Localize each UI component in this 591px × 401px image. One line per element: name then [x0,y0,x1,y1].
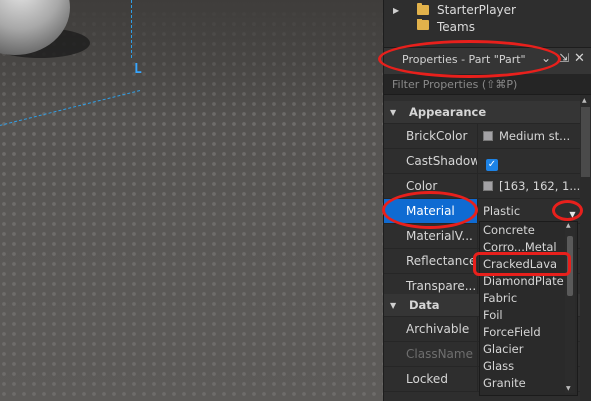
scroll-up-icon[interactable]: ▲ [566,222,571,229]
material-option[interactable]: Corro...Metal [480,239,577,256]
properties-header: Properties - Part "Part" ⌄ ⇲ ✕ [384,47,591,75]
scroll-up-icon[interactable]: ▲ [582,97,587,104]
material-option[interactable]: Concrete [480,222,577,239]
section-label: Appearance [409,105,487,119]
properties-scrollbar[interactable]: ▲ [580,95,591,401]
close-icon[interactable]: ✕ [574,51,585,66]
scrollbar-thumb[interactable] [581,107,590,177]
explorer-item-starterplayer[interactable]: ▶ StarterPlayer [384,0,580,20]
scroll-down-icon[interactable]: ▼ [566,385,571,392]
scrollbar-thumb[interactable] [567,236,573,296]
pin-icon[interactable]: ⇲ [559,51,569,65]
selection-corner-handle[interactable]: L [134,62,142,77]
property-name: ClassName [384,342,478,366]
property-value[interactable]: Medium st... [478,124,580,148]
selection-box-edge [131,0,132,58]
explorer-item-label: StarterPlayer [437,3,516,17]
material-option[interactable]: Granite [480,375,577,392]
folder-icon [417,3,429,15]
property-value: ✓ [478,149,580,173]
filter-bar [384,74,591,95]
material-option[interactable]: DiamondPlate [480,273,577,290]
property-name: CastShadow [384,149,478,173]
property-value[interactable]: [163, 162, 1... [478,174,580,198]
material-option[interactable]: Glacier [480,341,577,358]
material-dropdown-list: Concrete Corro...Metal CrackedLava Diamo… [479,221,578,396]
material-option[interactable]: ForceField [480,324,577,341]
property-row-brickcolor[interactable]: BrickColor Medium st... [384,124,580,149]
color-swatch [483,181,493,191]
property-value-text: Medium st... [499,129,571,143]
dropdown-arrow-icon[interactable]: ▼ [567,209,578,220]
property-name: Archivable [384,317,478,341]
property-row-color[interactable]: Color [163, 162, 1... [384,174,580,199]
material-option[interactable]: Foil [480,307,577,324]
property-name: Color [384,174,478,198]
material-option[interactable]: Fabric [480,290,577,307]
property-row-castshadow[interactable]: CastShadow ✓ [384,149,580,174]
color-swatch [483,131,493,141]
filter-properties-input[interactable] [392,76,578,92]
property-name: Material [384,199,478,223]
material-select[interactable]: Plastic [478,199,580,223]
section-appearance[interactable]: ▼ Appearance [384,101,580,124]
property-value-text: [163, 162, 1... [499,179,580,193]
studio-viewport[interactable]: L [0,0,383,401]
property-name: MaterialV... [384,224,478,248]
castshadow-checkbox[interactable]: ✓ [486,159,498,171]
section-label: Data [409,298,440,312]
property-name: Reflectance [384,249,478,273]
folder-icon [417,19,429,30]
material-option[interactable]: Glass [480,358,577,375]
property-name: Locked [384,367,478,391]
dropdown-scrollbar[interactable]: ▲ ▼ [565,222,575,393]
chevron-down-icon[interactable]: ⌄ [541,51,551,65]
material-option[interactable]: CrackedLava [480,256,577,273]
collapse-triangle-icon[interactable]: ▼ [390,301,400,310]
property-value-text: Plastic [483,204,521,218]
explorer-item-label: Teams [437,20,475,32]
expand-arrow-icon[interactable]: ▶ [393,6,403,15]
properties-title: Properties - Part "Part" [402,53,526,66]
property-name: BrickColor [384,124,478,148]
explorer-item-teams[interactable]: ▶ Teams [384,19,580,32]
collapse-triangle-icon[interactable]: ▼ [390,108,400,117]
